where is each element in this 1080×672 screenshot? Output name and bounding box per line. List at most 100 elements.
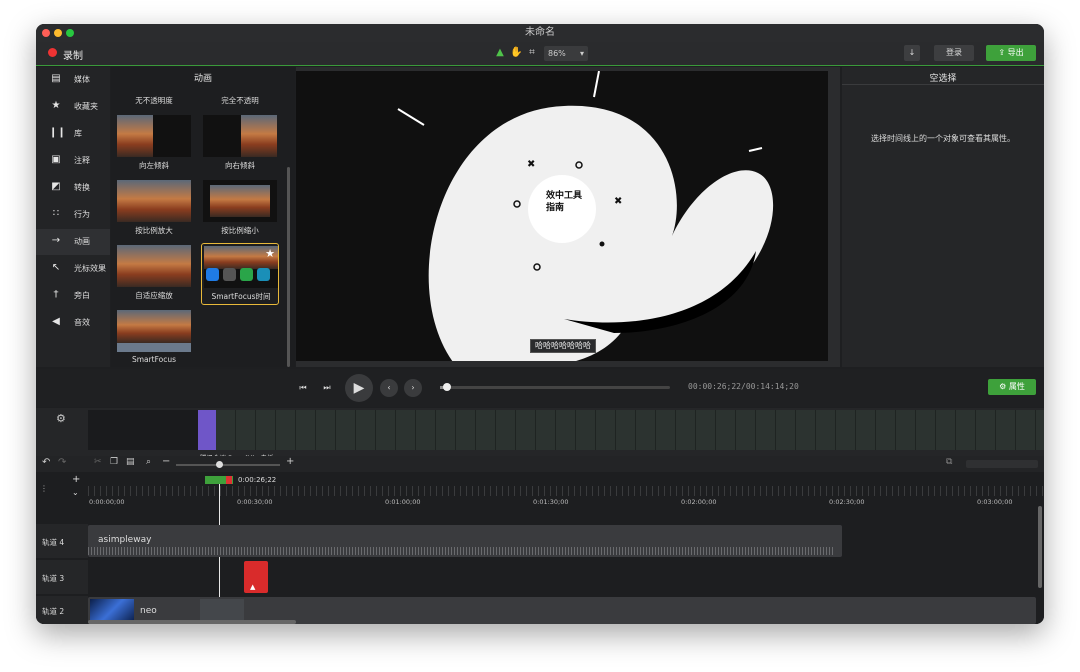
animation-thumb-scale-down[interactable]: 按比例缩小: [201, 178, 279, 240]
animation-icon: →: [51, 235, 61, 246]
paste-icon[interactable]: ▤: [126, 457, 135, 467]
download-icon[interactable]: ↓: [904, 45, 920, 61]
cut-icon[interactable]: ✂: [94, 457, 102, 467]
sidebar-item-transitions[interactable]: ◩ 转换: [36, 175, 110, 201]
pointer-tool-icon[interactable]: ▲: [494, 47, 506, 59]
sidebar-item-favorites[interactable]: ★ 收藏夹: [36, 94, 110, 120]
redo-icon[interactable]: ↷: [58, 457, 66, 468]
undo-icon[interactable]: ↶: [42, 457, 50, 468]
animation-thumb-smartfocus-time[interactable]: ★ SmartFocus时间: [201, 243, 279, 305]
timeline-toolbar: ↶ ↷ ✂ ❐ ▤ ⌕ − + ⧉: [36, 456, 1044, 472]
app-icon: [223, 268, 236, 281]
playhead-time: 0:00:26;22: [238, 476, 277, 484]
time-readout: 00:00:26;22/00:14:14;20: [688, 382, 799, 391]
sidebar-item-cursor-effects[interactable]: ↖ 光标效果: [36, 256, 110, 282]
scrub-handle[interactable]: [442, 383, 451, 391]
crop-tool-icon[interactable]: ⌗: [526, 47, 538, 59]
zoom-in-button[interactable]: +: [286, 456, 294, 467]
sidebar-item-audio-effects[interactable]: ◀ 音效: [36, 310, 110, 336]
export-button[interactable]: ⇪ 导出: [986, 45, 1036, 61]
svg-text:✖: ✖: [614, 196, 622, 207]
sidebar-item-annotations[interactable]: ▣ 注释: [36, 148, 110, 174]
svg-text:✖: ✖: [527, 159, 535, 170]
track-label: 轨道 2: [42, 607, 65, 616]
empty-selection-message: 选择时间线上的一个对象可查看其属性。: [871, 134, 1015, 143]
login-button[interactable]: 登录: [934, 45, 974, 61]
track-header[interactable]: 轨道 2: [36, 596, 88, 624]
caption-box[interactable]: 哈哈哈哈哈哈哈: [530, 339, 596, 353]
playback-bar: ⏮ ⏭ ▶ ‹ › 00:00:26;22/00:14:14;20 ⚙ 属性: [36, 369, 1044, 407]
sidebar-item-media[interactable]: ▤ 媒体: [36, 67, 110, 93]
step-forward-icon[interactable]: ⏭: [318, 379, 336, 397]
detach-icon[interactable]: ⧉: [946, 457, 952, 467]
properties-button[interactable]: ⚙ 属性: [988, 379, 1036, 395]
sidebar-item-library[interactable]: ❙❙ 库: [36, 121, 110, 147]
settings-gear-icon[interactable]: ⚙: [56, 412, 66, 425]
minimize-window-button[interactable]: [54, 29, 62, 37]
thumb-label[interactable]: 完全不透明: [201, 95, 279, 106]
overview-strip[interactable]: [88, 410, 1044, 450]
timeline: ↶ ↷ ✂ ❐ ▤ ⌕ − + ⧉ + ⌄ ⋮ 0:00:26;22 0:00:…: [36, 456, 1044, 624]
ruler-tick-label: 0:01:00;00: [385, 498, 421, 506]
timeline-scrollbar[interactable]: [88, 620, 296, 624]
collapse-tracks-icon[interactable]: ⌄: [72, 488, 79, 497]
panel-scrollbar[interactable]: [287, 167, 290, 367]
animation-thumb-tilt-right[interactable]: 向右倾斜: [201, 113, 279, 175]
track-header[interactable]: 轨道 4: [36, 524, 88, 558]
ruler-tick-label: 0:03:00;00: [977, 498, 1013, 506]
star-icon: ★: [51, 100, 61, 111]
properties-title: 空选择: [929, 74, 957, 84]
next-icon[interactable]: ›: [404, 379, 422, 397]
track-label: 轨道 4: [42, 538, 65, 547]
clip-thumbnail: [90, 599, 134, 622]
clip-label: neo: [140, 606, 157, 616]
previous-icon[interactable]: ‹: [380, 379, 398, 397]
sidebar-item-animations[interactable]: → 动画: [36, 229, 110, 255]
video-canvas[interactable]: ✖ ✖ 效中工具 指南: [296, 71, 828, 361]
play-button[interactable]: ▶: [345, 374, 373, 402]
animation-thumb-tilt-left[interactable]: 向左倾斜: [115, 113, 193, 175]
track-header[interactable]: 轨道 3: [36, 560, 88, 594]
star-icon[interactable]: ★: [265, 247, 275, 260]
cursor-icon: ↖: [51, 262, 61, 273]
record-icon[interactable]: [48, 48, 57, 57]
sidebar: ▤ 媒体 ★ 收藏夹 ❙❙ 库 ▣ 注释 ◩ 转换 ∷ 行为 → 动画 ↖ 光标效果 † 旁白 ◀…: [36, 67, 110, 407]
ruler-tick-label: 0:00:30;00: [237, 498, 273, 506]
zoom-slider-handle[interactable]: [216, 461, 223, 468]
animation-thumb-scale-up[interactable]: 按比例放大: [115, 178, 193, 240]
time-ruler[interactable]: [88, 486, 1044, 496]
animation-thumb-auto-fit[interactable]: 自适应缩放: [115, 243, 193, 305]
timeline-vertical-scrollbar[interactable]: [1038, 506, 1042, 588]
drag-handle-icon[interactable]: ⋮: [40, 484, 48, 493]
step-back-icon[interactable]: ⏮: [294, 379, 312, 397]
zoom-select[interactable]: 86% ▾: [544, 46, 588, 61]
preview-graphic: ✖ ✖: [397, 71, 774, 361]
thumb-image: [117, 310, 191, 352]
panel-title: 动画: [193, 74, 212, 84]
microphone-icon: †: [53, 289, 59, 300]
camtasia-icon: [240, 268, 253, 281]
copy-icon[interactable]: ❐: [110, 457, 118, 467]
sidebar-item-narration[interactable]: † 旁白: [36, 283, 110, 309]
add-track-button[interactable]: +: [72, 474, 80, 485]
media-clip[interactable]: ▲: [244, 561, 268, 593]
audio-clip[interactable]: asimpleway: [88, 525, 842, 557]
scrub-track[interactable]: [440, 383, 670, 391]
thumb-label[interactable]: 无不透明度: [115, 95, 193, 106]
sidebar-item-behaviors[interactable]: ∷ 行为: [36, 202, 110, 228]
hand-tool-icon[interactable]: ✋: [510, 47, 522, 59]
zoom-slider[interactable]: [176, 461, 280, 468]
timeline-search-field[interactable]: [966, 460, 1038, 468]
ruler-tick-label: 0:01:30;00: [533, 498, 569, 506]
annotation-icon: ▣: [51, 154, 61, 165]
title-bar: 未命名: [36, 24, 1044, 42]
animation-thumb-smartfocus[interactable]: SmartFocus: [115, 308, 193, 370]
record-button-label[interactable]: 录制: [63, 47, 83, 62]
zoom-window-button[interactable]: [66, 29, 74, 37]
close-window-button[interactable]: [42, 29, 50, 37]
app-window: 未命名 录制 ▲ ✋ ⌗ 86% ▾ ↓ 登录 ⇪ 导出 ▤ 媒体 ★ 收藏夹 ❙❙…: [36, 24, 1044, 624]
waveform: [88, 547, 834, 555]
center-title: 效中工具 指南: [546, 191, 583, 213]
zoom-out-button[interactable]: −: [162, 456, 170, 467]
playhead-out-point[interactable]: [226, 476, 232, 484]
